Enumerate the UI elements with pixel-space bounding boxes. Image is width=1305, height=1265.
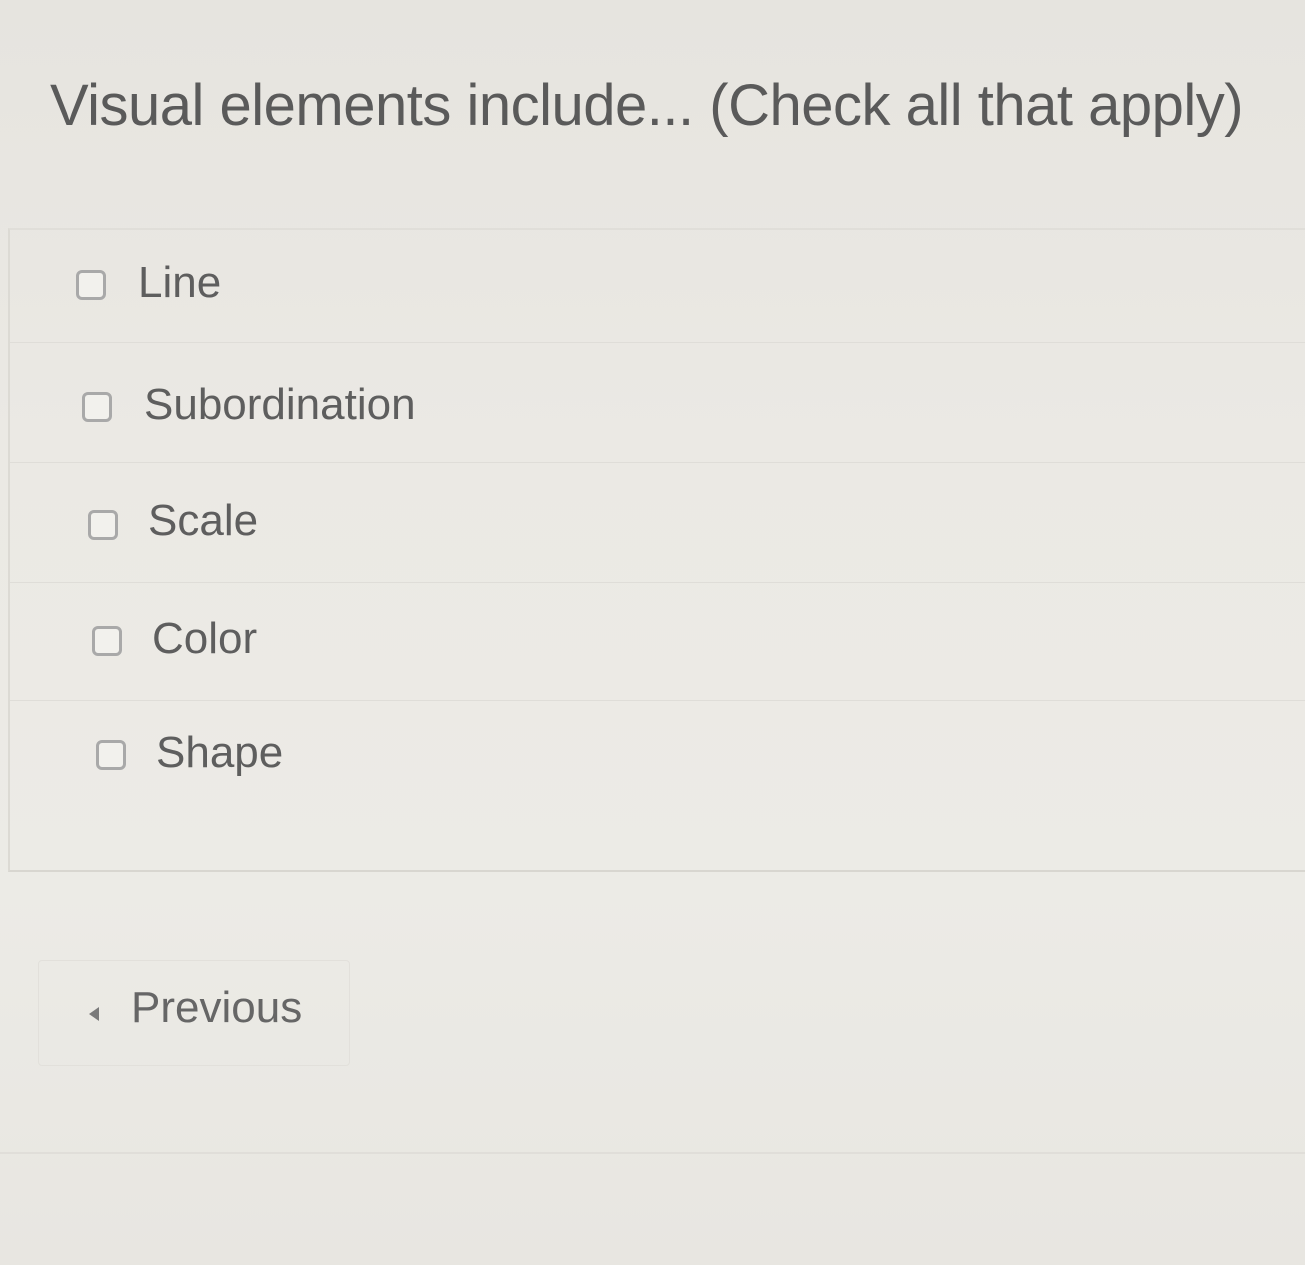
checkbox[interactable] xyxy=(92,626,122,656)
answers-list: Line Subordination Scale Color Shape xyxy=(8,228,1305,872)
answer-label: Line xyxy=(138,258,222,307)
quiz-page: Visual elements include... (Check all th… xyxy=(0,0,1305,1265)
triangle-left-icon xyxy=(89,1007,99,1021)
answer-label: Shape xyxy=(156,728,284,777)
answer-option-line[interactable]: Line xyxy=(10,230,1305,343)
checkbox[interactable] xyxy=(76,270,106,300)
answer-label: Scale xyxy=(148,496,259,545)
answer-option-shape[interactable]: Shape xyxy=(10,704,1305,816)
divider xyxy=(0,1152,1305,1154)
answer-option-subordination[interactable]: Subordination xyxy=(10,350,1305,463)
previous-label: Previous xyxy=(131,983,303,1032)
question-title: Visual elements include... (Check all th… xyxy=(50,73,1244,138)
checkbox[interactable] xyxy=(96,740,126,770)
answer-label: Subordination xyxy=(144,380,416,429)
checkbox[interactable] xyxy=(82,392,112,422)
checkbox[interactable] xyxy=(88,510,118,540)
previous-button[interactable]: Previous xyxy=(38,960,350,1066)
answer-option-scale[interactable]: Scale xyxy=(10,470,1305,583)
answer-option-color[interactable]: Color xyxy=(10,588,1305,701)
answer-label: Color xyxy=(152,614,258,663)
